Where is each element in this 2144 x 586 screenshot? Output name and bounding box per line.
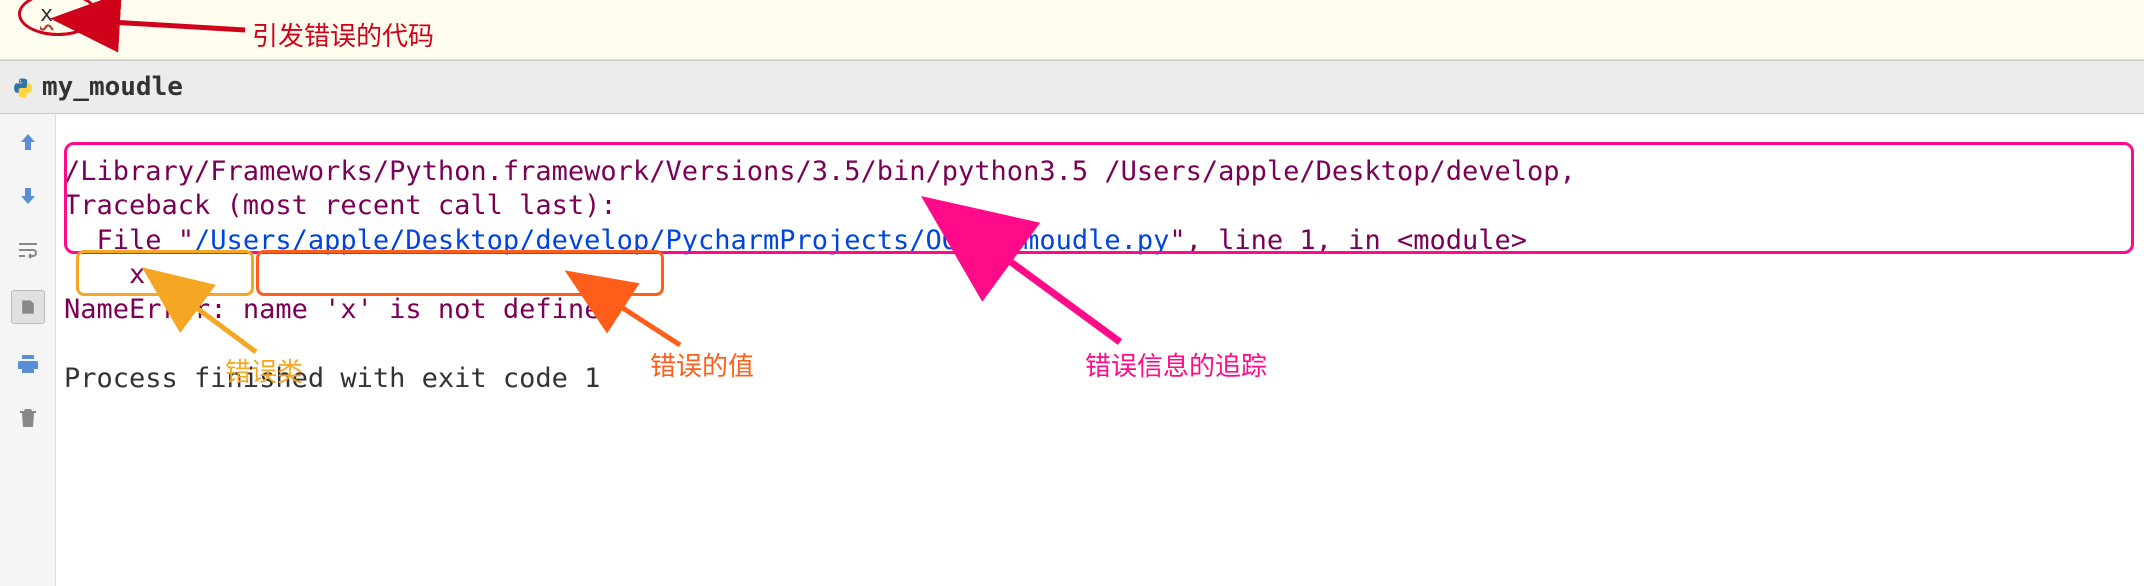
trash-icon[interactable]: [14, 404, 42, 432]
error-message: name 'x' is not defined: [243, 294, 617, 325]
label-error-class: 错误类: [225, 352, 303, 389]
error-line: NameError: name 'x' is not defined: [64, 294, 617, 325]
error-name: NameError: [64, 294, 210, 325]
box-traceback: [64, 142, 2134, 254]
wrap-icon[interactable]: [14, 236, 42, 264]
python-icon: [12, 76, 34, 98]
run-tab[interactable]: my_moudle: [0, 60, 2144, 114]
exit-line: Process finished with exit code 1: [64, 363, 600, 394]
print-icon[interactable]: [14, 350, 42, 378]
gutter-toolbar: [0, 114, 56, 586]
box-error-value: [256, 250, 664, 296]
box-error-class: [76, 250, 254, 296]
label-error-code: 引发错误的代码: [252, 16, 434, 53]
arrow-up-icon[interactable]: [14, 128, 42, 156]
label-error-value: 错误的值: [650, 346, 754, 383]
label-traceback: 错误信息的追踪: [1085, 346, 1267, 383]
export-icon[interactable]: [11, 290, 45, 324]
error-colon: :: [210, 294, 243, 325]
run-tab-filename: my_moudle: [42, 72, 183, 102]
arrow-down-icon[interactable]: [14, 182, 42, 210]
